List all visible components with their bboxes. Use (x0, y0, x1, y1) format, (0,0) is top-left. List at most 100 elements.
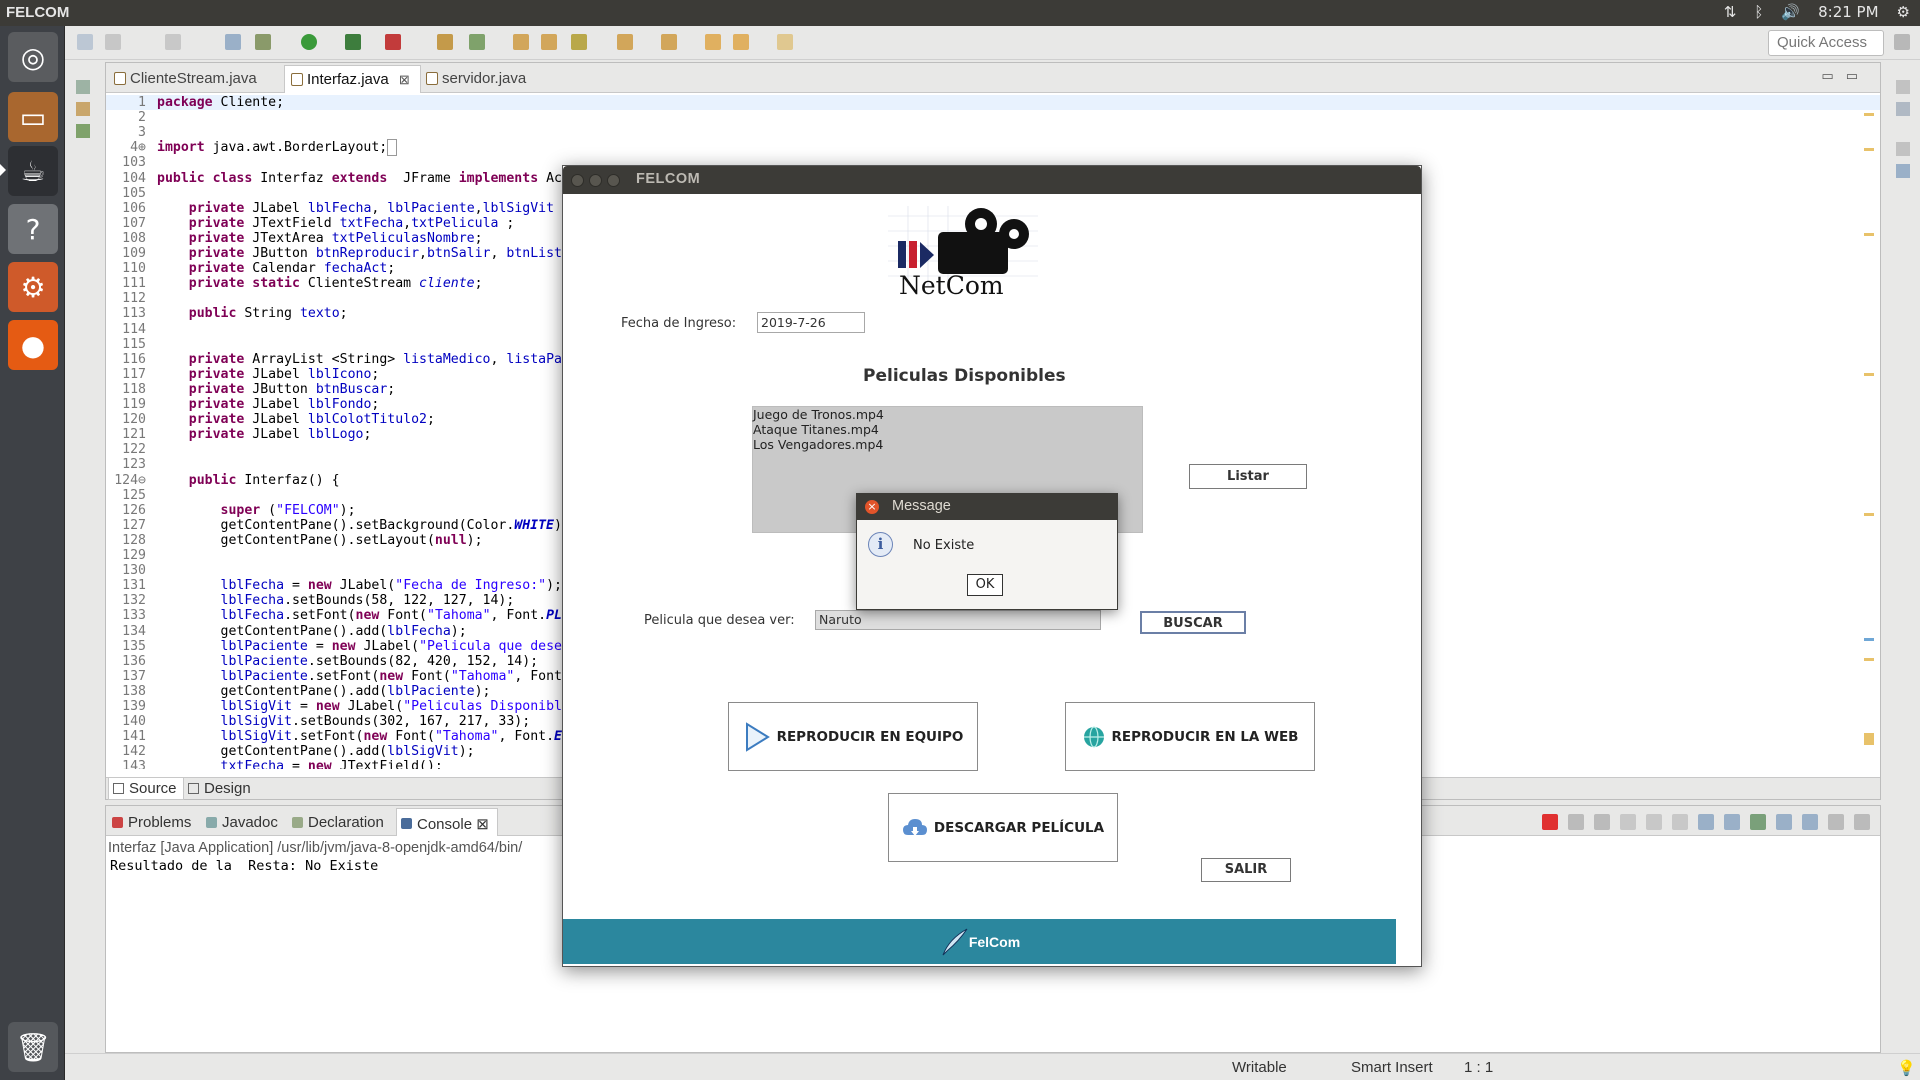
show-console-stderr-icon[interactable] (1724, 814, 1740, 830)
editor-minimize-maximize-icon[interactable]: ▭▭ (1821, 69, 1870, 84)
open-type-icon[interactable] (513, 34, 529, 50)
back-icon[interactable] (733, 34, 749, 50)
bluetooth-icon[interactable]: ᛒ (1754, 3, 1763, 21)
network-icon[interactable]: ⇅ (1724, 3, 1737, 21)
salir-button[interactable]: SALIR (1201, 858, 1291, 882)
ruler-mark[interactable] (1864, 733, 1874, 745)
clock[interactable]: 8:21 PM (1818, 3, 1878, 21)
hierarchy-icon[interactable] (76, 124, 90, 138)
tab-source[interactable]: Source (108, 778, 184, 800)
trash-icon[interactable]: 🗑 (8, 1022, 58, 1072)
close-window-icon[interactable] (571, 174, 584, 187)
tip-lightbulb-icon[interactable]: 💡 (1897, 1059, 1916, 1077)
code-line[interactable]: 1 package Cliente; (106, 95, 1880, 110)
help-icon[interactable]: ? (8, 204, 58, 254)
show-console-stdout-icon[interactable] (1698, 814, 1714, 830)
list-item[interactable]: Juego de Tronos.mp4 (753, 407, 1142, 422)
ok-button[interactable]: OK (967, 574, 1003, 596)
ruler-mark[interactable] (1864, 638, 1874, 641)
listar-button[interactable]: Listar (1189, 464, 1307, 489)
tab-servidor[interactable]: servidor.java (420, 65, 536, 93)
pin-console-icon[interactable] (1750, 814, 1766, 830)
buscar-button[interactable]: BUSCAR (1140, 611, 1246, 634)
tab-console[interactable]: Console ⊠ (396, 808, 498, 836)
previous-annotation-icon[interactable] (661, 34, 677, 50)
open-perspective-icon[interactable] (1894, 34, 1910, 50)
firefox-icon[interactable]: ● (8, 320, 58, 370)
list-item[interactable]: Los Vengadores.mp4 (753, 437, 1142, 452)
remove-launch-icon[interactable] (1568, 814, 1584, 830)
new-java-package-icon[interactable] (437, 34, 453, 50)
clear-console-icon[interactable] (1620, 814, 1636, 830)
volume-icon[interactable]: 🔊 (1781, 3, 1800, 21)
list-item[interactable]: Ataque Titanes.mp4 (753, 422, 1142, 437)
code-line[interactable]: 3 (106, 125, 1880, 140)
minimize-window-icon[interactable] (589, 174, 602, 187)
design-icon (188, 783, 199, 794)
line-number: 143 (122, 759, 146, 769)
restore-right-icon[interactable] (1896, 80, 1910, 94)
display-selected-console-icon[interactable] (1776, 814, 1792, 830)
ruler-mark[interactable] (1864, 233, 1874, 236)
close-tab-icon[interactable]: ⊠ (476, 816, 489, 833)
close-tab-icon[interactable]: ⊠ (399, 72, 410, 87)
new-java-class-icon[interactable] (469, 34, 485, 50)
overview-ruler[interactable] (1864, 93, 1874, 769)
terminate-icon[interactable] (1542, 814, 1558, 830)
outline-icon[interactable] (1896, 164, 1910, 178)
run-icon[interactable] (301, 34, 317, 50)
line-number: 108 (122, 230, 146, 246)
descargar-button[interactable]: DESCARGAR PELÍCULA (888, 793, 1118, 862)
minimize-icon[interactable] (1828, 814, 1844, 830)
external-tools-icon[interactable] (385, 34, 401, 50)
system-settings-icon[interactable]: ⚙ (8, 262, 58, 312)
pelicula-field[interactable]: Naruto (815, 610, 1101, 630)
task-list-icon[interactable] (1896, 102, 1910, 116)
skip-breakpoints-icon[interactable] (225, 34, 241, 50)
code-line[interactable]: 4⊕ import java.awt.BorderLayout; (106, 139, 1880, 157)
tab-javadoc[interactable]: Javadoc (202, 808, 286, 836)
next-annotation-icon[interactable] (617, 34, 633, 50)
remove-all-launches-icon[interactable] (1594, 814, 1610, 830)
new-dropdown-icon[interactable] (105, 34, 121, 50)
ruler-mark[interactable] (1864, 513, 1874, 516)
tab-interfaz[interactable]: Interfaz.java ⊠ (284, 65, 421, 93)
ubuntu-dash-icon[interactable]: ◎ (8, 32, 58, 82)
debug-icon[interactable] (255, 34, 271, 50)
ruler-mark[interactable] (1864, 658, 1874, 661)
open-console-icon[interactable] (1802, 814, 1818, 830)
new-icon[interactable] (77, 34, 93, 50)
settings-gear-icon[interactable]: ⚙ (1897, 3, 1910, 21)
tab-design[interactable]: Design (184, 778, 257, 800)
ruler-mark[interactable] (1864, 373, 1874, 376)
quick-access-input[interactable]: Quick Access (1768, 30, 1884, 56)
forward-icon[interactable] (777, 34, 793, 50)
dialog-titlebar[interactable]: × Message (857, 494, 1117, 520)
restore-outline-icon[interactable] (1896, 142, 1910, 156)
files-icon[interactable]: ▭ (8, 92, 58, 142)
ruler-mark[interactable] (1864, 113, 1874, 116)
scroll-lock-icon[interactable] (1646, 814, 1662, 830)
eclipse-icon[interactable]: ☕ (8, 146, 58, 196)
last-edit-location-icon[interactable] (705, 34, 721, 50)
restore-icon[interactable] (76, 80, 90, 94)
tab-clientestream[interactable]: ClienteStream.java (108, 65, 267, 93)
felcom-titlebar[interactable]: FELCOM (563, 166, 1421, 194)
save-icon[interactable] (165, 34, 181, 50)
close-dialog-icon[interactable]: × (865, 500, 879, 514)
maximize-window-icon[interactable] (607, 174, 620, 187)
coverage-icon[interactable] (345, 34, 361, 50)
code-line[interactable]: 2 (106, 110, 1880, 125)
open-task-icon[interactable] (541, 34, 557, 50)
search-icon[interactable] (571, 34, 587, 50)
console-output[interactable]: Resultado de la Resta: No Existe (110, 858, 378, 874)
ruler-mark[interactable] (1864, 148, 1874, 151)
maximize-icon[interactable] (1854, 814, 1870, 830)
reproducir-equipo-button[interactable]: REPRODUCIR EN EQUIPO (728, 702, 978, 771)
package-explorer-icon[interactable] (76, 102, 90, 116)
fecha-field[interactable]: 2019-7-26 (757, 312, 865, 333)
tab-problems[interactable]: Problems (108, 808, 199, 836)
word-wrap-icon[interactable] (1672, 814, 1688, 830)
tab-declaration[interactable]: Declaration (288, 808, 392, 836)
reproducir-web-button[interactable]: REPRODUCIR EN LA WEB (1065, 702, 1315, 771)
